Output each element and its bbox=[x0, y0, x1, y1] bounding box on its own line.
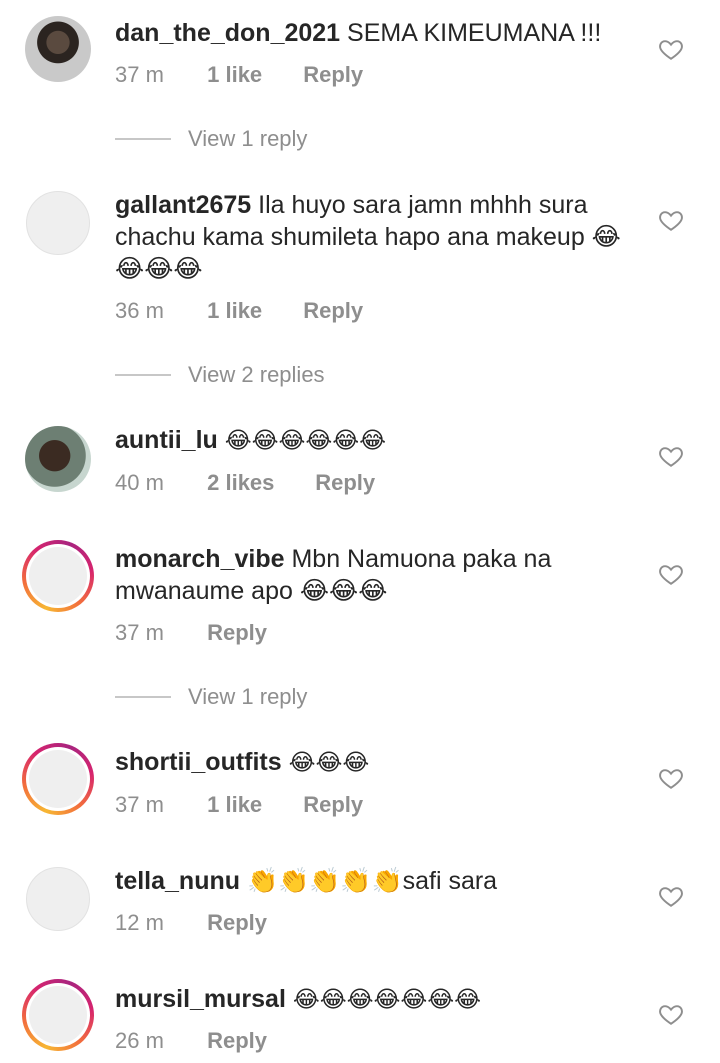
reply-button[interactable]: Reply bbox=[303, 61, 363, 89]
comment-time: 40 m bbox=[115, 470, 164, 495]
comment-time: 37 m bbox=[115, 792, 164, 817]
reply-button[interactable]: Reply bbox=[303, 791, 363, 819]
comment-text: 😂😂😂😂😂😂 bbox=[224, 428, 386, 454]
comments-feed: dan_the_don_2021 SEMA KIMEUMANA !!! 37 m… bbox=[0, 0, 720, 1063]
reply-button[interactable]: Reply bbox=[303, 297, 363, 325]
heart-outline-icon[interactable] bbox=[658, 207, 684, 233]
comment-username[interactable]: mursil_mursal bbox=[115, 985, 286, 1013]
avatar bbox=[26, 544, 90, 608]
comment-time: 26 m bbox=[115, 1028, 164, 1053]
comment-meta: 37 m Reply bbox=[115, 619, 267, 647]
comment-username[interactable]: shortii_outfits bbox=[115, 748, 282, 776]
view-replies-label: View 2 replies bbox=[188, 362, 325, 387]
comment-body: mursil_mursal 😂😂😂😂😂😂😂 bbox=[115, 983, 635, 1016]
comment-likes[interactable]: 1 like bbox=[207, 791, 297, 819]
comment-time: 36 m bbox=[115, 298, 164, 323]
avatar-story-ring[interactable] bbox=[22, 540, 94, 612]
comment-meta: 40 m 2 likes Reply bbox=[115, 469, 375, 497]
comment-text: 👏👏👏👏👏safi sara bbox=[246, 867, 498, 895]
comment-username[interactable]: tella_nunu bbox=[115, 867, 240, 895]
comment-meta: 36 m 1 like Reply bbox=[115, 297, 363, 325]
comment-username[interactable]: auntii_lu bbox=[115, 426, 218, 454]
avatar bbox=[26, 983, 90, 1047]
heart-outline-icon[interactable] bbox=[658, 883, 684, 909]
avatar[interactable] bbox=[25, 426, 91, 492]
comment-likes[interactable]: 2 likes bbox=[207, 469, 309, 497]
comment-body: shortii_outfits 😂😂😂 bbox=[115, 746, 635, 779]
comment-meta: 37 m 1 like Reply bbox=[115, 791, 363, 819]
reply-button[interactable]: Reply bbox=[207, 619, 267, 647]
heart-outline-icon[interactable] bbox=[658, 561, 684, 587]
comment-username[interactable]: dan_the_don_2021 bbox=[115, 19, 340, 47]
reply-button[interactable]: Reply bbox=[315, 469, 375, 497]
reply-button[interactable]: Reply bbox=[207, 909, 267, 937]
avatar[interactable] bbox=[25, 16, 91, 82]
avatar-story-ring[interactable] bbox=[22, 743, 94, 815]
comment-body: tella_nunu 👏👏👏👏👏safi sara bbox=[115, 865, 635, 897]
avatar[interactable] bbox=[26, 191, 90, 255]
heart-outline-icon[interactable] bbox=[658, 443, 684, 469]
comment-body: gallant2675 Ila huyo sara jamn mhhh sura… bbox=[115, 189, 635, 285]
heart-outline-icon[interactable] bbox=[658, 36, 684, 62]
avatar bbox=[26, 747, 90, 811]
heart-outline-icon[interactable] bbox=[658, 1001, 684, 1027]
comment-body: dan_the_don_2021 SEMA KIMEUMANA !!! bbox=[115, 17, 635, 49]
comment-body: monarch_vibe Mbn Namuona paka na mwanaum… bbox=[115, 543, 635, 607]
comment-text: SEMA KIMEUMANA !!! bbox=[347, 19, 602, 47]
avatar[interactable] bbox=[26, 867, 90, 931]
comment-username[interactable]: gallant2675 bbox=[115, 191, 251, 219]
comment-likes[interactable]: 1 like bbox=[207, 61, 297, 89]
view-replies-label: View 1 reply bbox=[188, 126, 308, 151]
comment-time: 37 m bbox=[115, 62, 164, 87]
comment-body: auntii_lu 😂😂😂😂😂😂 bbox=[115, 424, 635, 457]
comment-meta: 37 m 1 like Reply bbox=[115, 61, 363, 89]
divider bbox=[115, 138, 171, 140]
divider bbox=[115, 374, 171, 376]
view-replies-label: View 1 reply bbox=[188, 684, 308, 709]
comment-meta: 12 m Reply bbox=[115, 909, 267, 937]
heart-outline-icon[interactable] bbox=[658, 765, 684, 791]
divider bbox=[115, 696, 171, 698]
comment-text: 😂😂😂😂😂😂😂 bbox=[292, 987, 481, 1013]
comment-username[interactable]: monarch_vibe bbox=[115, 545, 285, 573]
comment-time: 12 m bbox=[115, 910, 164, 935]
comment-meta: 26 m Reply bbox=[115, 1027, 267, 1055]
reply-button[interactable]: Reply bbox=[207, 1027, 267, 1055]
avatar-story-ring[interactable] bbox=[22, 979, 94, 1051]
comment-time: 37 m bbox=[115, 620, 164, 645]
comment-likes[interactable]: 1 like bbox=[207, 297, 297, 325]
comment-text: 😂😂😂 bbox=[288, 750, 370, 776]
